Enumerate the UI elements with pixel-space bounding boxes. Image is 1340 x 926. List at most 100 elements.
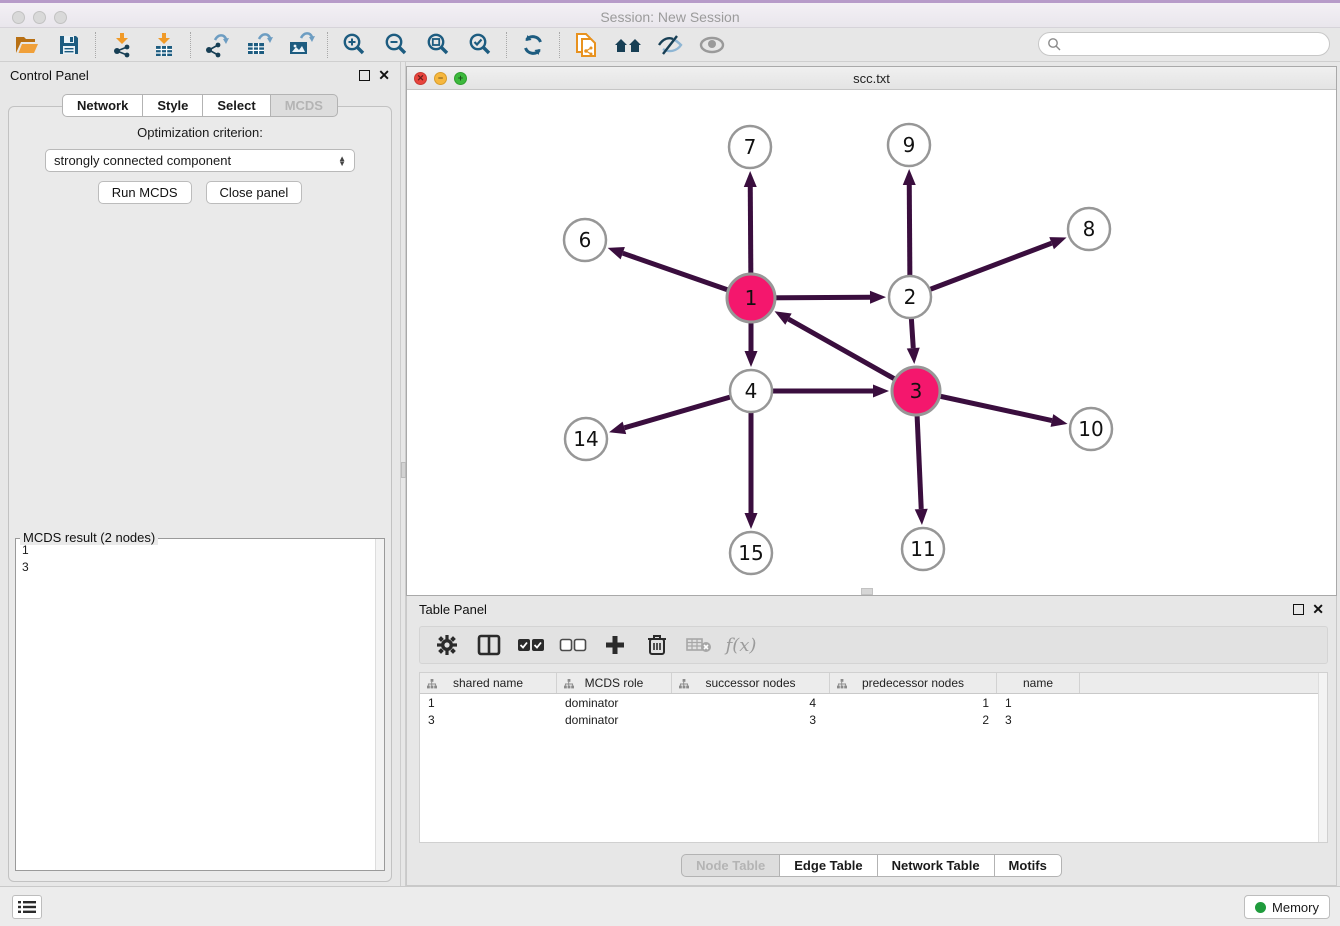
column-header-shared-name[interactable]: shared name <box>420 673 557 693</box>
node-label-1: 1 <box>745 286 758 310</box>
table-settings-icon[interactable] <box>428 630 466 660</box>
edge-arrowhead <box>745 351 758 367</box>
node-label-6: 6 <box>579 228 592 252</box>
edge-arrowhead <box>915 509 928 525</box>
optimization-criterion-dropdown[interactable]: strongly connected component ▲▼ <box>45 149 355 172</box>
close-panel-icon[interactable]: ✕ <box>378 70 390 81</box>
memory-status-icon <box>1255 902 1266 913</box>
select-all-columns-icon[interactable] <box>512 630 550 660</box>
export-network-icon[interactable] <box>196 30 238 60</box>
network-window-titlebar[interactable]: ✕ − + scc.txt <box>407 67 1336 90</box>
delete-table-icon[interactable] <box>680 630 718 660</box>
column-header-MCDS-role[interactable]: MCDS role <box>557 673 672 693</box>
zoom-in-icon[interactable] <box>333 30 375 60</box>
edge-arrowhead <box>873 385 889 398</box>
toolbar-separator <box>327 32 328 58</box>
first-neighbors-icon[interactable] <box>607 30 649 60</box>
tab-select[interactable]: Select <box>202 94 269 117</box>
toolbar-separator <box>559 32 560 58</box>
node-label-11: 11 <box>910 537 935 561</box>
save-session-icon[interactable] <box>48 30 90 60</box>
status-bar: Memory <box>0 886 1340 926</box>
export-image-icon[interactable] <box>280 30 322 60</box>
new-network-from-selection-icon[interactable] <box>565 30 607 60</box>
hide-selected-icon[interactable] <box>649 30 691 60</box>
cell-MCDS-role[interactable]: dominator <box>557 696 672 710</box>
toolbar-separator <box>95 32 96 58</box>
cell-successor-nodes[interactable]: 3 <box>672 713 830 727</box>
zoom-fit-icon[interactable] <box>417 30 459 60</box>
cell-successor-nodes[interactable]: 4 <box>672 696 830 710</box>
search-input[interactable] <box>1066 37 1329 52</box>
close-table-panel-icon[interactable]: ✕ <box>1312 604 1324 615</box>
list-icon <box>18 900 36 914</box>
control-panel-title: Control Panel <box>10 68 89 83</box>
node-table[interactable]: shared nameMCDS rolesuccessor nodesprede… <box>419 672 1328 843</box>
add-column-icon[interactable] <box>596 630 634 660</box>
table-tab-node-table[interactable]: Node Table <box>681 854 779 877</box>
edge-2-8[interactable] <box>910 243 1052 297</box>
table-tab-network-table[interactable]: Network Table <box>877 854 994 877</box>
memory-label: Memory <box>1272 900 1319 915</box>
column-header-predecessor-nodes[interactable]: predecessor nodes <box>830 673 997 693</box>
cell-name[interactable]: 3 <box>997 713 1080 727</box>
run-mcds-button[interactable]: Run MCDS <box>98 181 192 204</box>
column-type-icon <box>564 678 574 692</box>
node-label-7: 7 <box>744 135 757 159</box>
export-table-icon[interactable] <box>238 30 280 60</box>
search-field[interactable] <box>1038 32 1330 56</box>
task-history-button[interactable] <box>12 895 42 919</box>
edge-arrowhead <box>903 169 916 185</box>
column-header-successor-nodes[interactable]: successor nodes <box>672 673 830 693</box>
zoom-selected-icon[interactable] <box>459 30 501 60</box>
tab-mcds[interactable]: MCDS <box>270 94 338 117</box>
deselect-all-columns-icon[interactable] <box>554 630 592 660</box>
node-label-3: 3 <box>910 379 923 403</box>
mcds-result-box: MCDS result (2 nodes) 1 3 <box>15 538 385 871</box>
network-graph[interactable]: 7968124314101511 <box>407 90 1336 595</box>
node-label-4: 4 <box>745 379 758 403</box>
canvas-splitter-handle[interactable] <box>861 588 873 595</box>
table-toolbar: f(x) <box>419 626 1328 664</box>
table-tab-edge-table[interactable]: Edge Table <box>779 854 876 877</box>
column-header-name[interactable]: name <box>997 673 1080 693</box>
cell-shared-name[interactable]: 1 <box>420 696 557 710</box>
edge-arrowhead <box>870 291 886 304</box>
open-file-icon[interactable] <box>6 30 48 60</box>
table-scrollbar[interactable] <box>1318 673 1327 842</box>
apply-function-icon[interactable]: f(x) <box>722 630 760 660</box>
cell-predecessor-nodes[interactable]: 2 <box>830 713 997 727</box>
import-table-icon[interactable] <box>143 30 185 60</box>
close-panel-button[interactable]: Close panel <box>206 181 303 204</box>
node-label-8: 8 <box>1083 217 1096 241</box>
show-all-icon[interactable] <box>691 30 733 60</box>
float-table-panel-icon[interactable] <box>1293 604 1304 615</box>
cell-predecessor-nodes[interactable]: 1 <box>830 696 997 710</box>
tab-style[interactable]: Style <box>142 94 202 117</box>
float-panel-icon[interactable] <box>359 70 370 81</box>
network-canvas[interactable]: 7968124314101511 <box>407 90 1336 595</box>
mcds-result-content: 1 3 <box>22 542 372 867</box>
toolbar-separator <box>190 32 191 58</box>
table-row[interactable]: 1dominator411 <box>420 694 1327 711</box>
edge-arrowhead <box>609 422 626 434</box>
dropdown-value: strongly connected component <box>54 153 231 168</box>
main-toolbar <box>0 28 1340 62</box>
show-columns-icon[interactable] <box>470 630 508 660</box>
table-row[interactable]: 3dominator323 <box>420 711 1327 728</box>
import-network-icon[interactable] <box>101 30 143 60</box>
cell-shared-name[interactable]: 3 <box>420 713 557 727</box>
zoom-out-icon[interactable] <box>375 30 417 60</box>
table-tab-motifs[interactable]: Motifs <box>994 854 1062 877</box>
cell-name[interactable]: 1 <box>997 696 1080 710</box>
edge-arrowhead <box>907 348 920 364</box>
tab-network[interactable]: Network <box>62 94 142 117</box>
memory-button[interactable]: Memory <box>1244 895 1330 919</box>
column-type-icon <box>679 678 689 692</box>
delete-columns-icon[interactable] <box>638 630 676 660</box>
refresh-icon[interactable] <box>512 30 554 60</box>
control-panel-tabs: NetworkStyleSelectMCDS <box>0 94 400 117</box>
result-scrollbar[interactable] <box>375 539 384 870</box>
network-view-window: ✕ − + scc.txt 7968124314101511 <box>406 66 1337 596</box>
cell-MCDS-role[interactable]: dominator <box>557 713 672 727</box>
